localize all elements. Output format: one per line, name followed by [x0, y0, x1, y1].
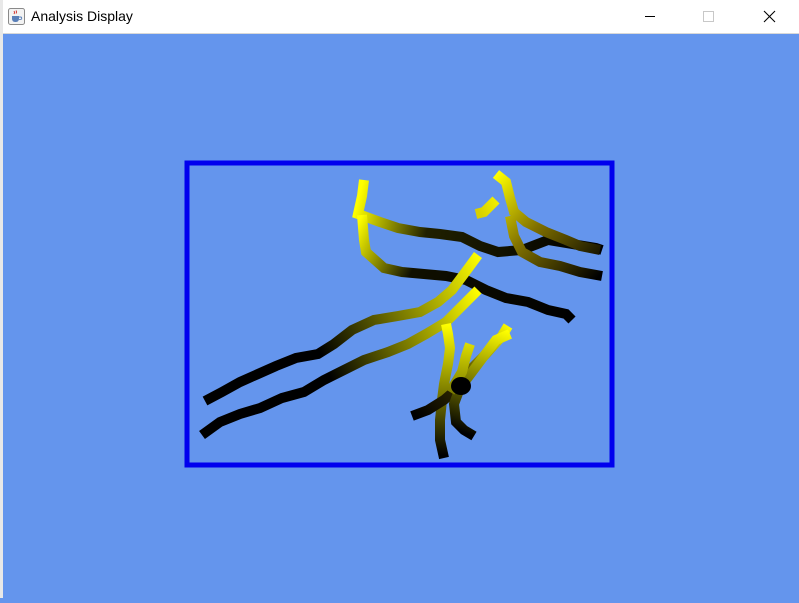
stroke-right-branch — [492, 170, 603, 281]
window-title: Analysis Display — [31, 8, 133, 24]
minimize-icon — [645, 16, 655, 17]
stroke-hook — [474, 196, 500, 219]
maximize-icon — [703, 11, 714, 22]
analysis-display-window: Analysis Display — [0, 0, 799, 598]
java-coffee-icon — [8, 8, 25, 25]
close-icon — [763, 10, 776, 23]
close-button[interactable] — [738, 0, 796, 33]
title-bar[interactable]: Analysis Display — [3, 0, 799, 34]
analysis-drawing — [184, 160, 615, 468]
minimize-button[interactable] — [620, 0, 678, 33]
drawing-canvas[interactable] — [3, 34, 799, 598]
stroke-blob — [451, 377, 471, 395]
maximize-button[interactable] — [679, 0, 737, 33]
